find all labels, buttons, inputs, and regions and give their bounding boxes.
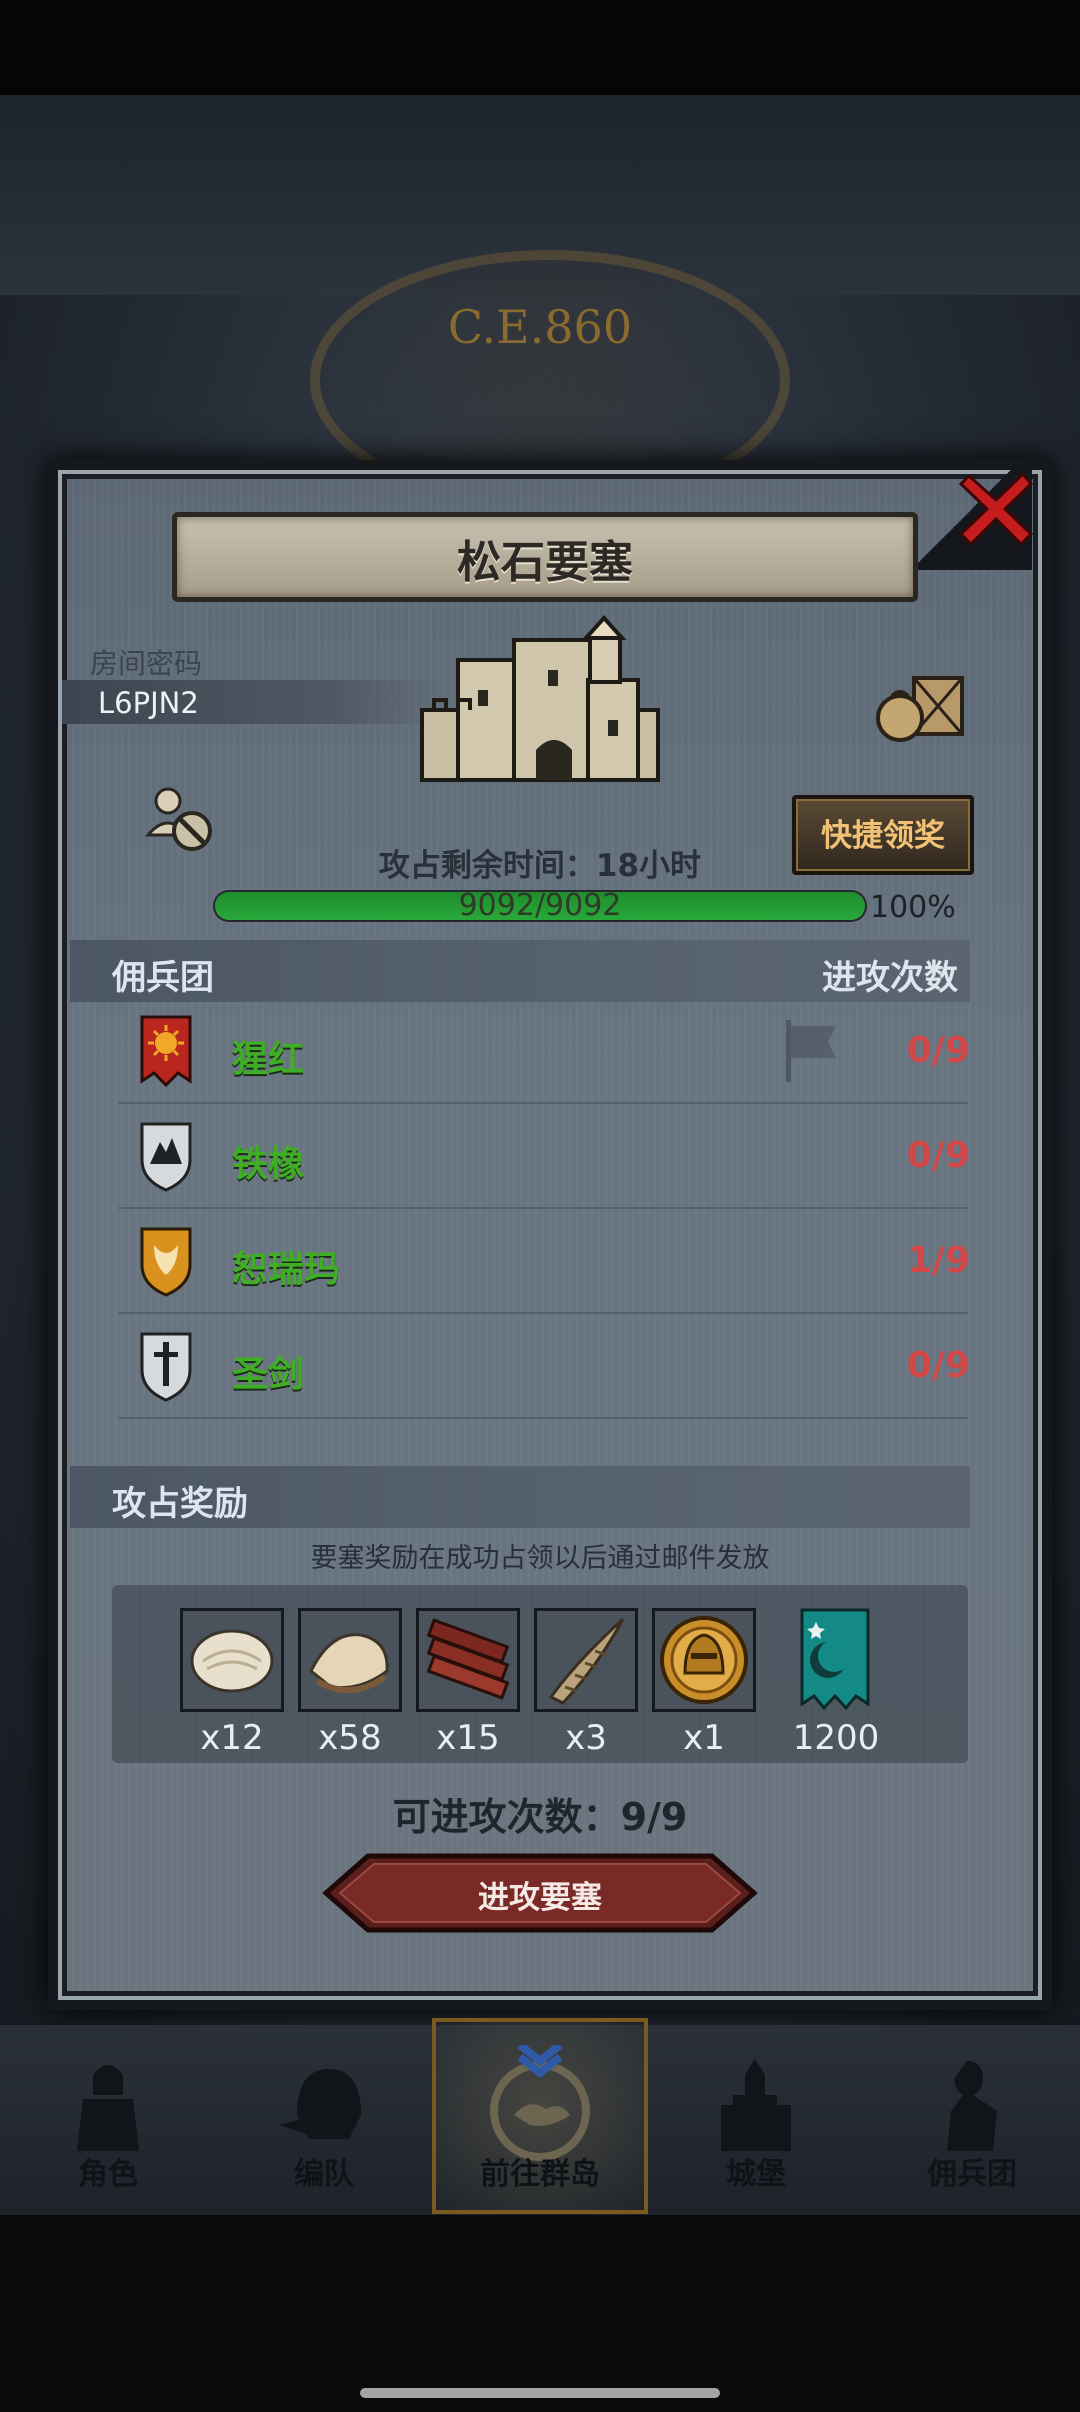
reward-quantity: x3 [565,1718,607,1758]
nav-item-castle[interactable]: 城堡 [648,2025,864,2215]
reward-item[interactable] [416,1608,520,1712]
remaining-attempts: 可进攻次数：9/9 [392,1795,688,1839]
close-icon [958,471,1034,547]
mercenary-name: 猩红 [232,1039,305,1080]
attack-fortress-label: 进攻要塞 [478,1880,602,1916]
row-divider [118,1312,968,1314]
status-bar-area [0,0,1080,95]
nav-label: 编队 [294,2157,354,2192]
mercenary-name: 恕瑞玛 [232,1249,341,1290]
nav-label: 前往群岛 [480,2157,600,2192]
reward-item[interactable] [534,1608,638,1712]
fur-pelt-icon [309,1633,389,1694]
fortress-hp-percent: 100% [870,890,956,925]
attack-count: 0/9 [906,1345,970,1386]
island-compass-icon [490,2045,590,2161]
gold-sun-shield-icon [140,1227,192,1297]
nav-item-formation[interactable]: 编队 [216,2025,432,2215]
row-divider [118,1102,968,1104]
nav-label: 佣兵团 [927,2157,1017,2192]
loot-bag-crate-icon[interactable] [874,668,966,746]
attack-count: 0/9 [906,1030,970,1071]
attack-count: 1/9 [906,1240,970,1281]
home-indicator[interactable] [360,2388,720,2398]
reward-note: 要塞奖励在成功占领以后通过邮件发放 [310,1543,770,1574]
guild-banner-icon [800,1608,870,1711]
knight-icon [77,2065,139,2151]
golden-helmet-coin-icon [660,1616,748,1704]
reward-quantity: x15 [436,1718,500,1758]
fortress-hp-text: 9092/9092 [458,888,622,923]
nav-label: 角色 [78,2157,138,2192]
row-divider [118,1417,968,1419]
reward-item[interactable] [180,1608,284,1712]
nav-item-character[interactable]: 角色 [0,2025,216,2215]
dialog-title: 松石要塞 [457,537,633,588]
reward-quantity: x58 [318,1718,382,1758]
sword-shield-icon [140,1332,192,1402]
wood-planks-icon [426,1618,510,1700]
reward-quantity: x12 [200,1718,264,1758]
era-year-text: C.E.860 [447,300,633,354]
reward-quantity: 1200 [792,1718,880,1758]
reward-title: 攻占奖励 [112,1484,248,1524]
reward-item[interactable] [798,1608,872,1712]
flag-icon [786,1020,836,1082]
nav-item-mercenary[interactable]: 佣兵团 [864,2025,1080,2215]
gesture-area [0,2215,1080,2412]
raw-hide-icon [190,1629,274,1693]
attack-count: 0/9 [906,1135,970,1176]
mercenary-name: 圣剑 [232,1354,305,1395]
nav-label: 城堡 [726,2157,786,2192]
close-button[interactable] [955,468,1037,550]
mercenary-title: 佣兵团 [112,958,214,998]
reward-quantity: x1 [683,1718,725,1758]
reward-item[interactable] [652,1608,756,1712]
attack-count-header: 进攻次数 [822,958,958,998]
nav-item-islands[interactable]: 前往群岛 [432,2025,648,2215]
remaining-time-value: 18小时 [595,848,702,884]
reward-item[interactable] [298,1608,402,1712]
row-divider [118,1207,968,1209]
room-code-value[interactable]: L6PJN2 [98,686,199,720]
helmet-icon [279,2069,361,2139]
room-code-label: 房间密码 [90,647,203,680]
mercenary-icon [947,2061,997,2151]
mercenary-name: 铁橡 [232,1144,305,1185]
remaining-time: 攻占剩余时间：18小时 [0,840,1080,885]
fortress-icon [418,610,662,785]
castle-icon [721,2059,791,2151]
remaining-time-label: 攻占剩余时间： [378,848,596,884]
horn-icon [548,1617,625,1705]
iron-mountain-shield-icon [140,1122,192,1192]
red-sun-banner-icon [140,1015,192,1087]
